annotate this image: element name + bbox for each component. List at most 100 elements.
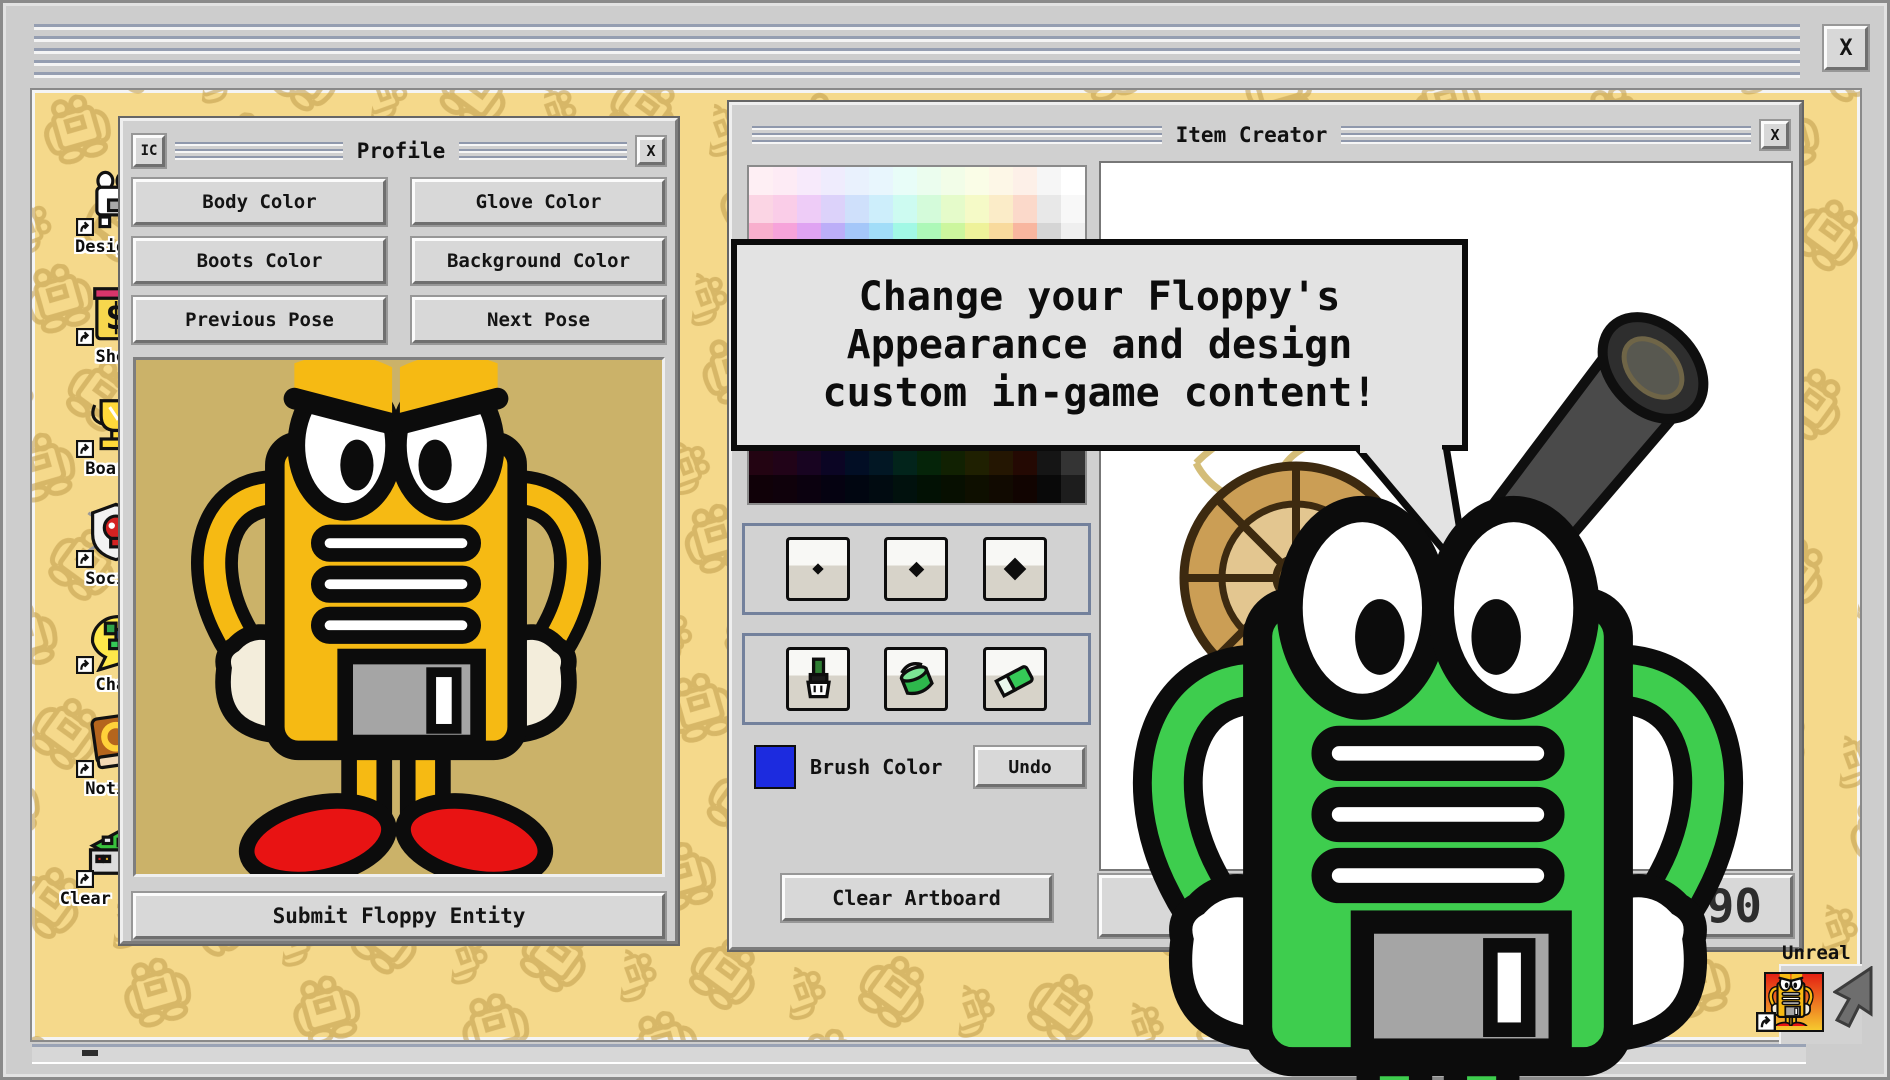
- palette-color[interactable]: [845, 195, 869, 223]
- palette-color[interactable]: [773, 167, 797, 195]
- window-titlebar-ridges[interactable]: [34, 24, 1800, 80]
- brush-tool-button[interactable]: [786, 647, 850, 711]
- profile-window-title: Profile: [353, 139, 450, 163]
- palette-color[interactable]: [869, 195, 893, 223]
- palette-color[interactable]: [869, 167, 893, 195]
- palette-color[interactable]: [965, 167, 989, 195]
- glove-color-button[interactable]: Glove Color: [412, 179, 665, 225]
- palette-color[interactable]: [965, 447, 989, 475]
- shortcut-arrow-icon: [76, 550, 94, 568]
- background-color-button[interactable]: Background Color: [412, 238, 665, 284]
- palette-color[interactable]: [917, 475, 941, 503]
- brush-color-label: Brush Color: [810, 755, 975, 779]
- body-color-button[interactable]: Body Color: [133, 179, 386, 225]
- palette-color[interactable]: [773, 475, 797, 503]
- palette-color[interactable]: [917, 447, 941, 475]
- brush-color-swatch[interactable]: [754, 745, 796, 789]
- boots-color-button[interactable]: Boots Color: [133, 238, 386, 284]
- palette-color[interactable]: [965, 195, 989, 223]
- eraser-tool-button[interactable]: [983, 647, 1047, 711]
- palette-color[interactable]: [821, 475, 845, 503]
- palette-color[interactable]: [1061, 475, 1085, 503]
- palette-color[interactable]: [797, 447, 821, 475]
- palette-color[interactable]: [893, 447, 917, 475]
- palette-color[interactable]: [917, 167, 941, 195]
- submit-floppy-entity-button[interactable]: Submit Floppy Entity: [133, 893, 665, 939]
- titlebar-ridges: [175, 142, 343, 161]
- bubble-line: custom in-game content!: [823, 369, 1377, 417]
- palette-color[interactable]: [941, 195, 965, 223]
- mouse-cursor: [1833, 966, 1873, 1046]
- palette-color[interactable]: [893, 195, 917, 223]
- palette-color[interactable]: [941, 167, 965, 195]
- bubble-line: Appearance and design: [847, 321, 1353, 369]
- next-pose-button[interactable]: Next Pose: [412, 297, 665, 343]
- brush-size-large-button[interactable]: [983, 537, 1047, 601]
- palette-color[interactable]: [773, 195, 797, 223]
- unreal-label: Unreal: [1782, 942, 1851, 964]
- palette-color[interactable]: [869, 447, 893, 475]
- tutorial-speech-bubble: Change your Floppy's Appearance and desi…: [731, 239, 1468, 451]
- palette-color[interactable]: [749, 167, 773, 195]
- profile-menu-button[interactable]: IC: [133, 135, 165, 167]
- palette-color[interactable]: [989, 475, 1013, 503]
- palette-color[interactable]: [965, 475, 989, 503]
- palette-color[interactable]: [1061, 447, 1085, 475]
- palette-color[interactable]: [1037, 475, 1061, 503]
- previous-pose-button[interactable]: Previous Pose: [133, 297, 386, 343]
- palette-color[interactable]: [749, 447, 773, 475]
- palette-color[interactable]: [1061, 167, 1085, 195]
- palette-color[interactable]: [1013, 195, 1037, 223]
- palette-color[interactable]: [797, 475, 821, 503]
- palette-color[interactable]: [1013, 475, 1037, 503]
- palette-color[interactable]: [845, 475, 869, 503]
- palette-color[interactable]: [989, 195, 1013, 223]
- palette-color[interactable]: [797, 167, 821, 195]
- palette-color[interactable]: [941, 475, 965, 503]
- palette-color[interactable]: [797, 195, 821, 223]
- palette-color[interactable]: [869, 475, 893, 503]
- palette-color[interactable]: [821, 447, 845, 475]
- yellow-floppy-character: [181, 357, 611, 877]
- palette-color[interactable]: [1013, 447, 1037, 475]
- palette-color[interactable]: [821, 167, 845, 195]
- palette-color[interactable]: [1037, 447, 1061, 475]
- brush-size-medium-button[interactable]: [884, 537, 948, 601]
- close-window-button[interactable]: X: [1824, 26, 1868, 70]
- brush-size-panel: [742, 523, 1091, 615]
- palette-color[interactable]: [821, 195, 845, 223]
- clear-artboard-button[interactable]: Clear Artboard: [782, 875, 1052, 921]
- palette-color[interactable]: [989, 167, 1013, 195]
- palette-color[interactable]: [1013, 167, 1037, 195]
- palette-color[interactable]: [845, 167, 869, 195]
- palette-color[interactable]: [893, 167, 917, 195]
- profile-titlebar[interactable]: IC Profile X: [133, 131, 665, 171]
- tool-select-panel: [742, 633, 1091, 725]
- palette-color[interactable]: [749, 475, 773, 503]
- fill-tool-button[interactable]: [884, 647, 948, 711]
- game-screen: X: [0, 0, 1890, 1080]
- bubble-line: Change your Floppy's: [859, 273, 1341, 321]
- palette-color[interactable]: [1037, 167, 1061, 195]
- brush-size-small-button[interactable]: [786, 537, 850, 601]
- palette-color[interactable]: [917, 195, 941, 223]
- shortcut-arrow-icon: [76, 328, 94, 346]
- item-creator-close-button[interactable]: X: [1761, 121, 1789, 149]
- profile-artboard: [133, 357, 665, 877]
- palette-color[interactable]: [749, 195, 773, 223]
- palette-color[interactable]: [1061, 195, 1085, 223]
- profile-close-button[interactable]: X: [637, 137, 665, 165]
- shortcut-arrow-icon: [76, 760, 94, 778]
- palette-color[interactable]: [773, 447, 797, 475]
- item-creator-titlebar[interactable]: Item Creator X: [742, 115, 1789, 155]
- palette-color[interactable]: [845, 447, 869, 475]
- palette-color[interactable]: [941, 447, 965, 475]
- palette-color[interactable]: [989, 447, 1013, 475]
- item-creator-title: Item Creator: [1172, 123, 1332, 147]
- profile-window: IC Profile X Body Color Glove Color Boot…: [120, 118, 678, 944]
- titlebar-ridges: [752, 126, 1162, 145]
- palette-color[interactable]: [1037, 195, 1061, 223]
- paintbrush-icon: [796, 657, 840, 701]
- undo-button[interactable]: Undo: [975, 747, 1085, 787]
- palette-color[interactable]: [893, 475, 917, 503]
